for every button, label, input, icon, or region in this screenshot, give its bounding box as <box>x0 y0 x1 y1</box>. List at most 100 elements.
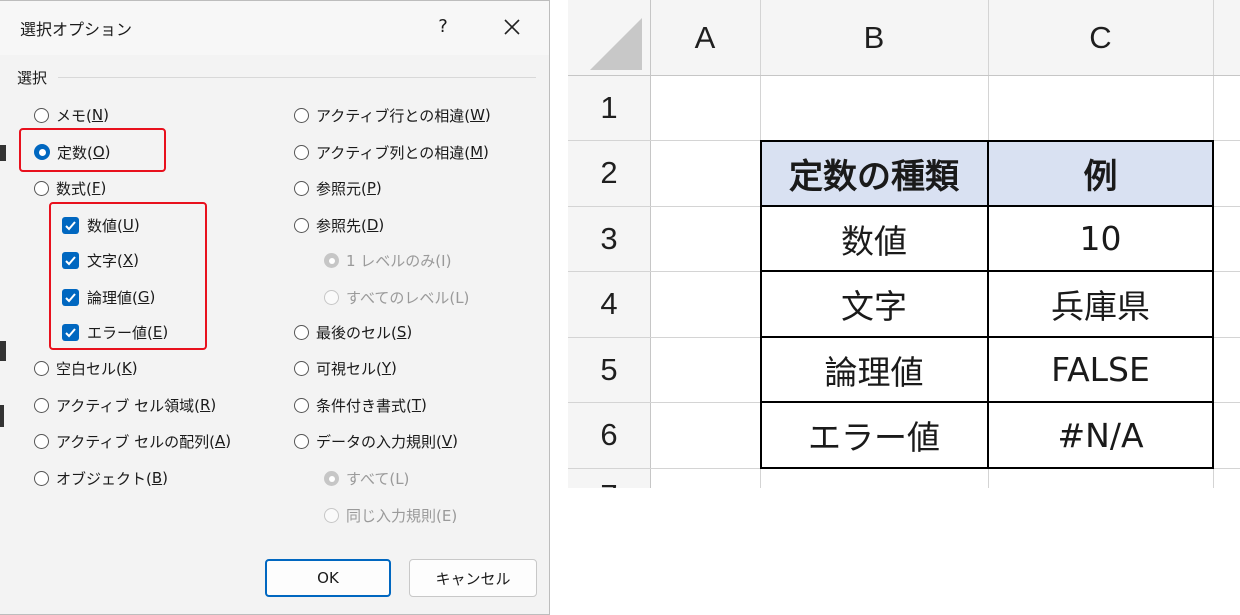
gridline <box>650 0 651 488</box>
access-key: N <box>91 106 104 124</box>
access-key: F <box>91 179 101 197</box>
option-label: アクティブ セル領域( <box>56 396 200 415</box>
row-header-1[interactable]: 1 <box>568 75 650 140</box>
radio-icon <box>34 107 49 123</box>
option-label: 1 レベルのみ(I) <box>346 251 452 270</box>
option-last-cell[interactable]: 最後のセル(S) <box>294 319 412 345</box>
cell-b6[interactable]: エラー値 <box>761 403 987 467</box>
option-label: すべて(L) <box>346 469 410 488</box>
access-key: D <box>366 216 379 234</box>
cell-b5[interactable]: 論理値 <box>761 338 987 401</box>
cell-c6[interactable]: #N/A <box>989 403 1212 467</box>
dialog-title: 選択オプション <box>20 20 133 39</box>
option-label-suffix: ) <box>225 432 232 450</box>
option-label: 最後のセル( <box>316 323 397 342</box>
access-key: W <box>470 106 485 124</box>
access-key: A <box>214 432 226 450</box>
option-label-suffix: ) <box>210 396 217 414</box>
group-divider <box>58 77 536 78</box>
option-label: アクティブ列との相違( <box>316 143 471 162</box>
select-all-icon <box>590 18 642 70</box>
radio-icon <box>294 397 309 413</box>
cell-c2[interactable]: 例 <box>989 142 1212 205</box>
option-label-suffix: ) <box>391 359 397 377</box>
gridline <box>568 75 1240 76</box>
option-label: すべてのレベル(L) <box>346 288 470 307</box>
option-precedents[interactable]: 参照元(P) <box>294 175 382 201</box>
column-header-a[interactable]: A <box>650 0 760 75</box>
background-fragment <box>0 145 6 161</box>
column-header-c[interactable]: C <box>988 0 1213 75</box>
option-label: 条件付き書式( <box>316 396 412 415</box>
access-key: M <box>470 143 484 161</box>
radio-icon <box>294 360 309 376</box>
row-header-7[interactable]: 7 <box>568 468 650 488</box>
radio-icon <box>34 433 49 449</box>
option-label-suffix: ) <box>483 143 489 161</box>
option-label-suffix: ) <box>421 396 427 414</box>
option-label-suffix: ) <box>378 216 385 234</box>
option-current-region[interactable]: アクティブ セル領域(R) <box>34 392 216 418</box>
row-header-3[interactable]: 3 <box>568 206 650 271</box>
option-current-array[interactable]: アクティブ セルの配列(A) <box>34 428 231 454</box>
option-column-differences[interactable]: アクティブ列との相違(M) <box>294 139 489 165</box>
cell-b4[interactable]: 文字 <box>761 272 987 336</box>
table-border <box>1212 140 1214 469</box>
help-button[interactable]: ? <box>426 9 460 45</box>
close-button[interactable] <box>494 9 530 45</box>
radio-icon <box>294 433 309 449</box>
access-key: Y <box>381 359 392 377</box>
option-formulas[interactable]: 数式(F) <box>34 175 106 201</box>
row-header-4[interactable]: 4 <box>568 271 650 337</box>
cell-c5[interactable]: FALSE <box>989 338 1212 401</box>
highlight-constants <box>19 128 166 172</box>
option-validation-same: 同じ入力規則(E) <box>324 502 457 528</box>
select-options-dialog: 選択オプション ? 選択 メモ(N) 定数(O) 数式(F) 数値(U) 文字(… <box>0 0 550 615</box>
option-visible-cells[interactable]: 可視セル(Y) <box>294 355 397 381</box>
radio-icon <box>294 180 309 196</box>
radio-icon <box>34 360 49 376</box>
option-all-levels: すべてのレベル(L) <box>324 284 469 310</box>
option-row-differences[interactable]: アクティブ行との相違(W) <box>294 102 491 128</box>
option-label: 同じ入力規則(E) <box>346 506 458 525</box>
option-memo[interactable]: メモ(N) <box>34 102 109 128</box>
radio-disabled-icon <box>324 507 339 523</box>
access-key: P <box>366 179 376 197</box>
row-header-2[interactable]: 2 <box>568 140 650 206</box>
cell-c4[interactable]: 兵庫県 <box>989 272 1212 336</box>
option-label-suffix: ) <box>162 469 169 487</box>
access-key: R <box>199 396 211 414</box>
radio-icon <box>34 397 49 413</box>
radio-icon <box>294 107 309 123</box>
row-header-5[interactable]: 5 <box>568 337 650 402</box>
option-validation-all: すべて(L) <box>324 465 409 491</box>
option-label: オブジェクト( <box>56 469 152 488</box>
background-fragment <box>0 405 4 427</box>
option-label: メモ( <box>56 106 92 125</box>
option-dependents[interactable]: 参照先(D) <box>294 212 384 238</box>
row-header-6[interactable]: 6 <box>568 402 650 468</box>
background-fragment <box>0 341 6 361</box>
cell-c3[interactable]: 10 <box>989 207 1212 270</box>
option-objects[interactable]: オブジェクト(B) <box>34 465 168 491</box>
column-header-b[interactable]: B <box>760 0 988 75</box>
cell-b2[interactable]: 定数の種類 <box>761 142 987 205</box>
option-label: アクティブ行との相違( <box>316 106 471 125</box>
option-data-validation[interactable]: データの入力規則(V) <box>294 428 458 454</box>
option-label: 空白セル( <box>56 359 122 378</box>
option-conditional-formats[interactable]: 条件付き書式(T) <box>294 392 427 418</box>
select-all-corner[interactable] <box>568 0 650 75</box>
cell-b3[interactable]: 数値 <box>761 207 987 270</box>
option-label: 可視セル( <box>316 359 382 378</box>
access-key: V <box>441 432 453 450</box>
access-key: K <box>121 359 132 377</box>
cancel-button[interactable]: キャンセル <box>409 559 537 597</box>
option-label-suffix: ) <box>103 106 109 124</box>
radio-icon <box>294 217 309 233</box>
option-label-suffix: ) <box>406 323 413 341</box>
option-label-suffix: ) <box>100 179 107 197</box>
ok-button[interactable]: OK <box>265 559 391 597</box>
option-blanks[interactable]: 空白セル(K) <box>34 355 138 381</box>
table-border <box>760 140 762 469</box>
radio-selected-disabled-icon <box>324 470 339 486</box>
